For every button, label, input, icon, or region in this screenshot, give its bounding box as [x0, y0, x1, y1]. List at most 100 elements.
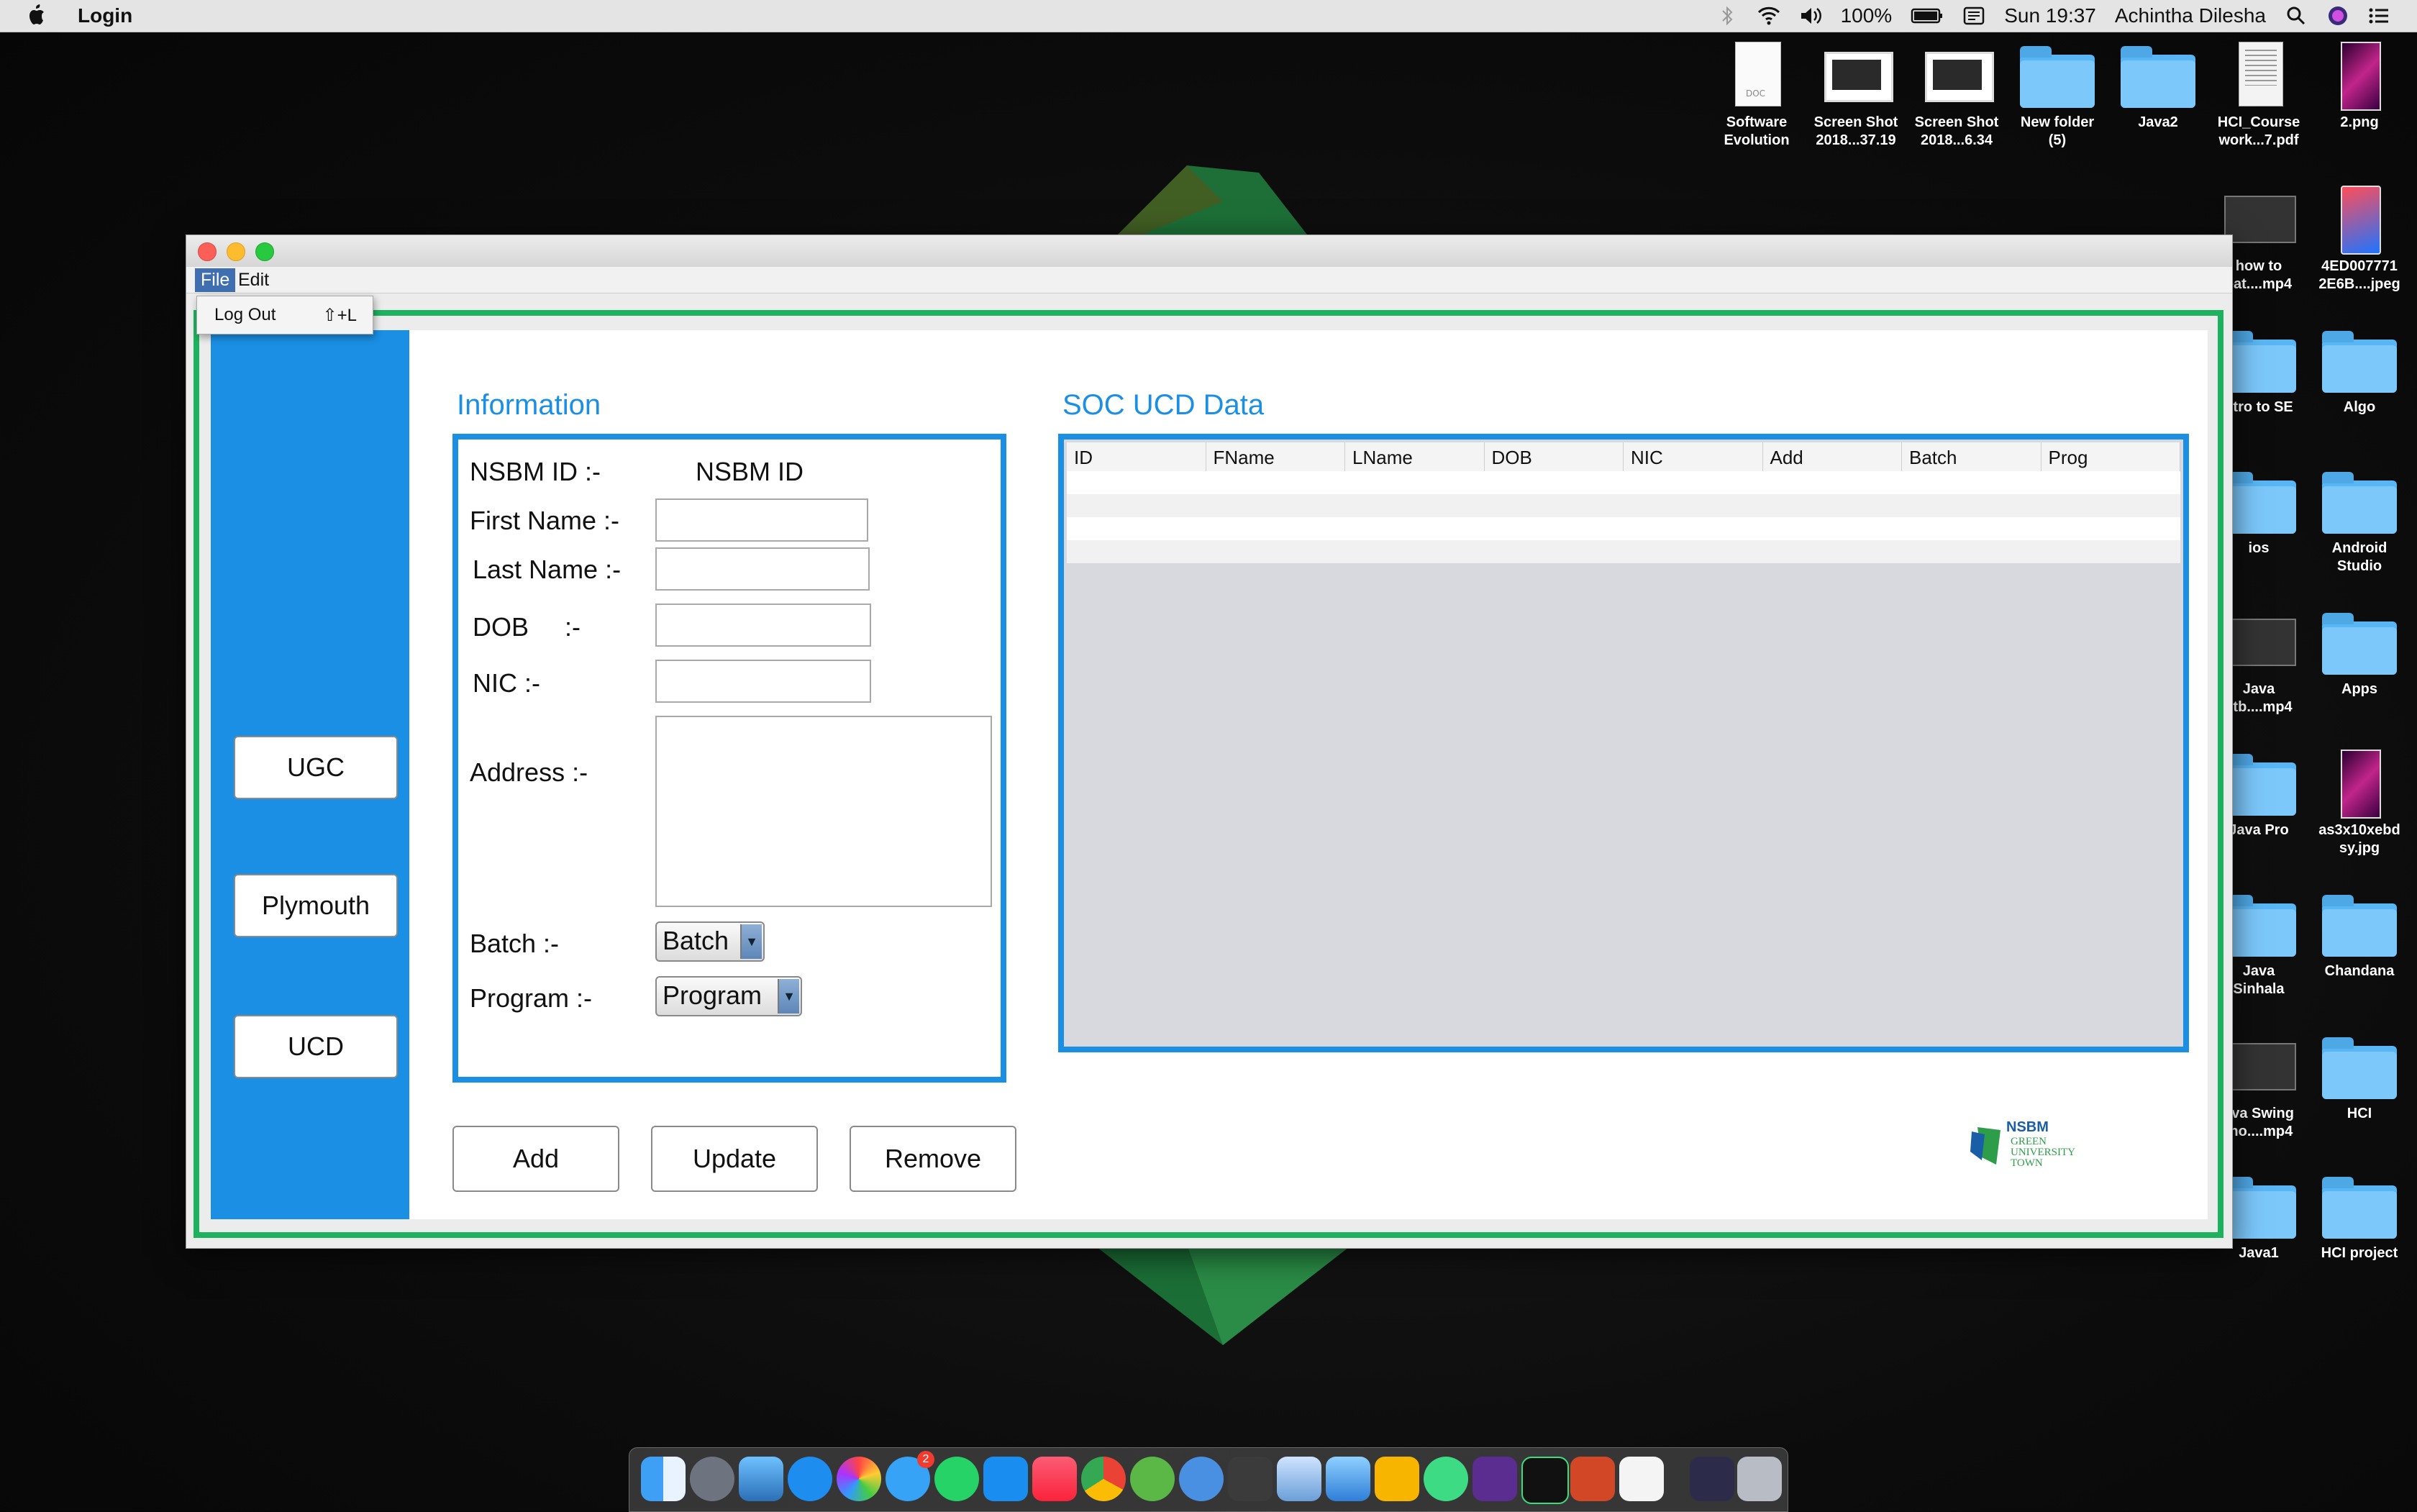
active-app-name[interactable]: Login: [78, 4, 132, 27]
plymouth-button[interactable]: Plymouth: [234, 874, 398, 937]
last-name-field[interactable]: [655, 547, 870, 591]
desktop-icon[interactable]: HCI: [2309, 1033, 2410, 1123]
nic-field[interactable]: [655, 660, 871, 703]
folder-icon: [2322, 468, 2397, 534]
column-header[interactable]: LName: [1345, 442, 1485, 471]
column-header[interactable]: ID: [1067, 442, 1206, 471]
menu-file[interactable]: File: [195, 268, 236, 292]
photos-icon[interactable]: [837, 1457, 881, 1501]
sublime-text-icon[interactable]: [1228, 1457, 1273, 1501]
data-table[interactable]: ID FName LName DOB NIC Add Batch Prog: [1058, 434, 2189, 1052]
itunes-cloud-icon[interactable]: [1179, 1457, 1224, 1501]
column-header[interactable]: NIC: [1624, 442, 1763, 471]
logo-text-line1: NSBM: [2006, 1119, 2049, 1135]
apple-icon[interactable]: [26, 3, 47, 27]
nic-label: NIC :-: [473, 668, 540, 698]
desktop-icon[interactable]: 4ED007771 2E6B....jpeg: [2309, 186, 2410, 293]
desktop-icon[interactable]: Screen Shot 2018...37.19: [1806, 42, 1906, 150]
spotlight-search-icon[interactable]: [2285, 5, 2308, 27]
program-select[interactable]: Program ▼: [655, 976, 802, 1016]
xcode-icon[interactable]: [1326, 1457, 1370, 1501]
finder-icon[interactable]: [641, 1457, 686, 1501]
downloads-stack-icon[interactable]: [1690, 1457, 1734, 1501]
menu-item-log-out[interactable]: Log Out: [214, 305, 276, 325]
desktop-icon[interactable]: Apps: [2309, 609, 2410, 698]
desktop-icon-label: New folder (5): [2020, 114, 2095, 148]
chevron-down-icon: ▼: [778, 979, 799, 1014]
menubar-clock[interactable]: Sun 19:37: [2004, 4, 2096, 27]
minimize-window-button[interactable]: [227, 242, 245, 261]
desktop-icon-label: HCI: [2347, 1106, 2372, 1121]
first-name-label: First Name :-: [470, 506, 620, 535]
add-button[interactable]: Add: [452, 1126, 619, 1192]
nsbm-id-label: NSBM ID :-: [470, 457, 601, 486]
column-header[interactable]: FName: [1206, 442, 1345, 471]
column-header[interactable]: Prog: [2042, 442, 2180, 471]
desktop-icon[interactable]: HCI_Course work...7.pdf: [2208, 42, 2309, 150]
desktop-icon[interactable]: Chandana: [2309, 891, 2410, 980]
table-row[interactable]: [1067, 540, 2180, 563]
folder-icon: [2322, 327, 2397, 393]
pdf-file-icon: [2221, 42, 2296, 108]
battery-icon[interactable]: [1911, 5, 1944, 27]
dob-field[interactable]: [655, 604, 871, 647]
desktop-icon[interactable]: Screen Shot 2018...6.34: [1906, 42, 2007, 150]
ugc-button[interactable]: UGC: [234, 736, 398, 799]
chrome-icon[interactable]: [1081, 1457, 1126, 1501]
desktop-icon[interactable]: HCI project: [2309, 1172, 2410, 1262]
table-row[interactable]: [1067, 494, 2180, 517]
sketch-icon[interactable]: [1375, 1457, 1419, 1501]
trash-icon[interactable]: [1737, 1457, 1782, 1501]
launchpad-icon[interactable]: [690, 1457, 734, 1501]
remove-button[interactable]: Remove: [850, 1126, 1016, 1192]
whatsapp-icon[interactable]: [934, 1457, 979, 1501]
desktop-icon-label: Screen Shot 2018...6.34: [1914, 114, 1999, 148]
messages-icon[interactable]: 2: [886, 1451, 934, 1501]
update-button[interactable]: Update: [651, 1126, 818, 1192]
desktop-icon[interactable]: New folder (5): [2007, 42, 2108, 150]
preview-icon[interactable]: [739, 1457, 783, 1501]
close-window-button[interactable]: [198, 242, 217, 261]
desktop-icon[interactable]: Algo: [2309, 327, 2410, 416]
desktop-icon[interactable]: 2.png: [2309, 42, 2410, 132]
input-menu-icon[interactable]: [1962, 5, 1985, 27]
safari-icon[interactable]: [788, 1457, 832, 1501]
desktop-icon[interactable]: Android Studio: [2309, 468, 2410, 575]
column-header[interactable]: Batch: [1902, 442, 2042, 471]
itunes-icon[interactable]: [1032, 1457, 1077, 1501]
folder-icon: [2322, 1033, 2397, 1099]
java-app-icon[interactable]: [1619, 1457, 1664, 1501]
volume-icon[interactable]: [1799, 5, 1822, 27]
desktop-icon[interactable]: as3x10xebd sy.jpg: [2309, 750, 2410, 857]
app-store-icon[interactable]: [983, 1457, 1028, 1501]
first-name-field[interactable]: [655, 498, 868, 542]
wifi-icon[interactable]: [1757, 5, 1780, 27]
dock: 2: [629, 1447, 1788, 1512]
desktop-icon[interactable]: Software Evolution: [1706, 42, 1807, 150]
ucd-button[interactable]: UCD: [234, 1015, 398, 1078]
menu-edit[interactable]: Edit: [238, 270, 269, 291]
siri-icon[interactable]: [2326, 5, 2349, 27]
notification-center-icon[interactable]: [2368, 5, 2391, 27]
cloud-app-icon[interactable]: [1130, 1457, 1175, 1501]
pycharm-icon[interactable]: [1521, 1457, 1569, 1504]
menubar-user[interactable]: Achintha Dilesha: [2115, 4, 2266, 27]
virtualbox-icon[interactable]: [1277, 1457, 1321, 1501]
maximize-window-button[interactable]: [255, 242, 274, 261]
table-row[interactable]: [1067, 517, 2180, 540]
batch-select[interactable]: Batch ▼: [655, 921, 765, 962]
powerpoint-icon[interactable]: [1570, 1457, 1615, 1501]
desktop-icon[interactable]: Java2: [2108, 42, 2208, 132]
address-label: Address :-: [470, 757, 588, 787]
desktop-icon-label: 4ED007771 2E6B....jpeg: [2318, 258, 2400, 292]
last-name-label: Last Name :-: [473, 555, 622, 584]
visual-studio-icon[interactable]: [1472, 1457, 1517, 1501]
table-row[interactable]: [1067, 471, 2180, 494]
nsbm-logo: NSBM GREEN UNIVERSITY TOWN: [1970, 1119, 2075, 1169]
column-header[interactable]: DOB: [1485, 442, 1624, 471]
address-textarea[interactable]: [655, 716, 992, 907]
window-titlebar[interactable]: [186, 235, 2232, 268]
android-studio-icon[interactable]: [1424, 1457, 1468, 1501]
column-header[interactable]: Add: [1763, 442, 1902, 471]
bluetooth-icon[interactable]: [1716, 5, 1739, 27]
